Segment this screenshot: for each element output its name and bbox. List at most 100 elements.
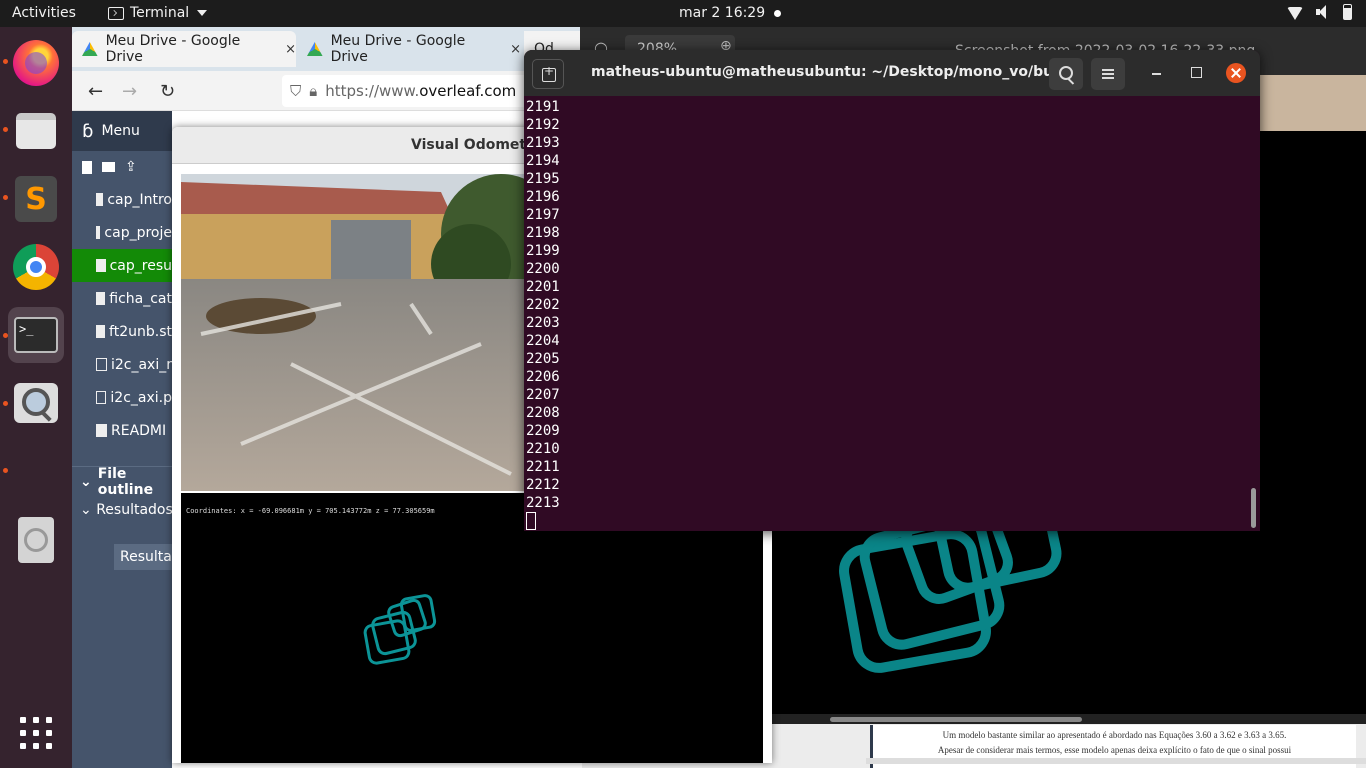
- search-button[interactable]: [1049, 58, 1083, 90]
- shield-icon[interactable]: ⛉: [290, 82, 301, 100]
- minimize-button[interactable]: [1149, 64, 1167, 82]
- camera-frame: [181, 174, 541, 491]
- upload-icon[interactable]: ⇪: [125, 159, 137, 175]
- terminal-line: 2207: [526, 387, 560, 403]
- pdf-text-line: Apesar de considerar mais termos, esse m…: [937, 745, 1292, 755]
- wifi-icon[interactable]: [1287, 6, 1303, 20]
- file-tree-item[interactable]: i2c_axi_r: [72, 348, 172, 381]
- reload-icon[interactable]: ↻: [160, 81, 175, 102]
- chevron-down-icon: [197, 10, 208, 16]
- terminal-line: 2193: [526, 135, 560, 151]
- google-drive-icon: [82, 42, 98, 56]
- close-button[interactable]: [1226, 63, 1246, 83]
- terminal-line: 2202: [526, 297, 560, 313]
- close-icon[interactable]: ×: [510, 42, 521, 57]
- file-name: cap_resu: [109, 257, 172, 274]
- terminal-line: 2209: [526, 423, 560, 439]
- system-tray[interactable]: [1287, 4, 1352, 20]
- file-tree-item[interactable]: i2c_axi.p: [72, 381, 172, 414]
- firefox-launcher[interactable]: [8, 35, 64, 91]
- file-name: ficha_cat: [109, 290, 172, 307]
- new-folder-icon[interactable]: [102, 162, 115, 172]
- app-menu[interactable]: Terminal: [108, 5, 208, 21]
- file-tree-item[interactable]: cap_resu: [72, 249, 172, 282]
- files-launcher[interactable]: [8, 103, 64, 159]
- pdf-scrollbar[interactable]: [866, 758, 1366, 764]
- activities-button[interactable]: Activities: [12, 5, 76, 21]
- dock: S >_: [0, 27, 72, 768]
- file-tree-item[interactable]: ficha_cat: [72, 282, 172, 315]
- top-bar: Activities Terminal mar 2 16:29: [0, 0, 1366, 27]
- terminal-line: 2201: [526, 279, 560, 295]
- close-icon[interactable]: ×: [285, 42, 296, 57]
- terminal-line: 2199: [526, 243, 560, 259]
- outline-item-resultado-sub[interactable]: Resultado: [114, 544, 172, 570]
- terminal-line: 2194: [526, 153, 560, 169]
- terminal-line: 2203: [526, 315, 560, 331]
- disc-icon: [18, 517, 54, 563]
- google-drive-icon: [307, 42, 323, 56]
- battery-icon[interactable]: [1343, 4, 1352, 20]
- terminal-line: 2198: [526, 225, 560, 241]
- menu-button[interactable]: Menu: [101, 123, 139, 139]
- chrome-icon: [13, 244, 59, 290]
- forward-icon[interactable]: →: [122, 81, 137, 102]
- terminal-launcher[interactable]: >_: [8, 307, 64, 363]
- terminal-line: 2200: [526, 261, 560, 277]
- chrome-launcher[interactable]: [8, 239, 64, 295]
- file-tree-item[interactable]: cap_proje: [72, 216, 172, 249]
- terminal-line: 2205: [526, 351, 560, 367]
- terminal-scrollbar[interactable]: [1251, 488, 1256, 528]
- terminal-line: 2206: [526, 369, 560, 385]
- overleaf-logo-icon: ɓ: [82, 120, 94, 142]
- file-name: READMI: [111, 422, 167, 439]
- outline-item-resultados[interactable]: ⌄ Resultados: [80, 502, 173, 518]
- tab-google-drive-1[interactable]: Meu Drive - Google Drive ×: [72, 31, 296, 67]
- app-menu-label: Terminal: [130, 5, 190, 21]
- file-tree-item[interactable]: cap_Intro: [72, 183, 172, 216]
- file-list: cap_Intro cap_proje cap_resu ficha_cat ft2un…: [72, 183, 172, 447]
- file-tree: ⇪ cap_Intro cap_proje cap_resu ficha_cat ft2…: [72, 151, 173, 768]
- vo-title: Visual Odometry: [411, 137, 543, 153]
- terminal-line: 2196: [526, 189, 560, 205]
- pdf-text-line: Um modelo bastante similar ao apresentad…: [942, 730, 1287, 740]
- terminal-window[interactable]: matheus-ubuntu@matheusubuntu: ~/Desktop/…: [524, 50, 1260, 531]
- disc-launcher[interactable]: [8, 512, 64, 568]
- firefox-icon: [13, 40, 59, 86]
- terminal-headerbar[interactable]: matheus-ubuntu@matheusubuntu: ~/Desktop/…: [524, 50, 1260, 96]
- image-viewer-launcher[interactable]: [8, 375, 64, 431]
- terminal-output[interactable]: 2191 2192 2193 2194 2195 2196 2197 2198 2199 2200…: [526, 98, 560, 512]
- tab-google-drive-2[interactable]: Meu Drive - Google Drive ×: [297, 31, 521, 67]
- folder-icon: [16, 113, 56, 149]
- lock-icon[interactable]: 🔒︎: [309, 82, 317, 100]
- file-icon: [96, 259, 106, 272]
- hamburger-menu-button[interactable]: [1091, 58, 1125, 90]
- file-outline-header[interactable]: ⌄ File outline: [72, 466, 172, 498]
- terminal-line: 2192: [526, 117, 560, 133]
- file-tree-item[interactable]: READMI: [72, 414, 172, 447]
- file-icon: [96, 193, 104, 206]
- new-file-icon[interactable]: [82, 160, 92, 174]
- file-icon: [96, 325, 106, 338]
- sublime-launcher[interactable]: S: [8, 171, 64, 227]
- new-tab-button[interactable]: [532, 59, 564, 89]
- terminal-line: 2213: [526, 495, 560, 511]
- terminal-line: 2212: [526, 477, 560, 493]
- clock[interactable]: mar 2 16:29: [679, 5, 765, 21]
- file-name: cap_Intro: [107, 191, 172, 208]
- terminal-line: 2208: [526, 405, 560, 421]
- maximize-button[interactable]: [1188, 64, 1206, 82]
- running-indicator: [3, 468, 8, 473]
- terminal-line: 2197: [526, 207, 560, 223]
- trajectory-path: [363, 594, 437, 665]
- back-icon[interactable]: ←: [88, 81, 103, 102]
- show-applications-icon[interactable]: [20, 717, 52, 749]
- terminal-line: 2191: [526, 99, 560, 115]
- file-tree-item[interactable]: ft2unb.st: [72, 315, 172, 348]
- url-bar[interactable]: ⛉ 🔒︎ https://www.overleaf.com: [282, 75, 542, 107]
- terminal-line: 2210: [526, 441, 560, 457]
- pdf-image-fragment: [1260, 75, 1366, 131]
- terminal-icon: >_: [14, 317, 58, 353]
- volume-icon[interactable]: [1315, 4, 1331, 20]
- terminal-line: 2195: [526, 171, 560, 187]
